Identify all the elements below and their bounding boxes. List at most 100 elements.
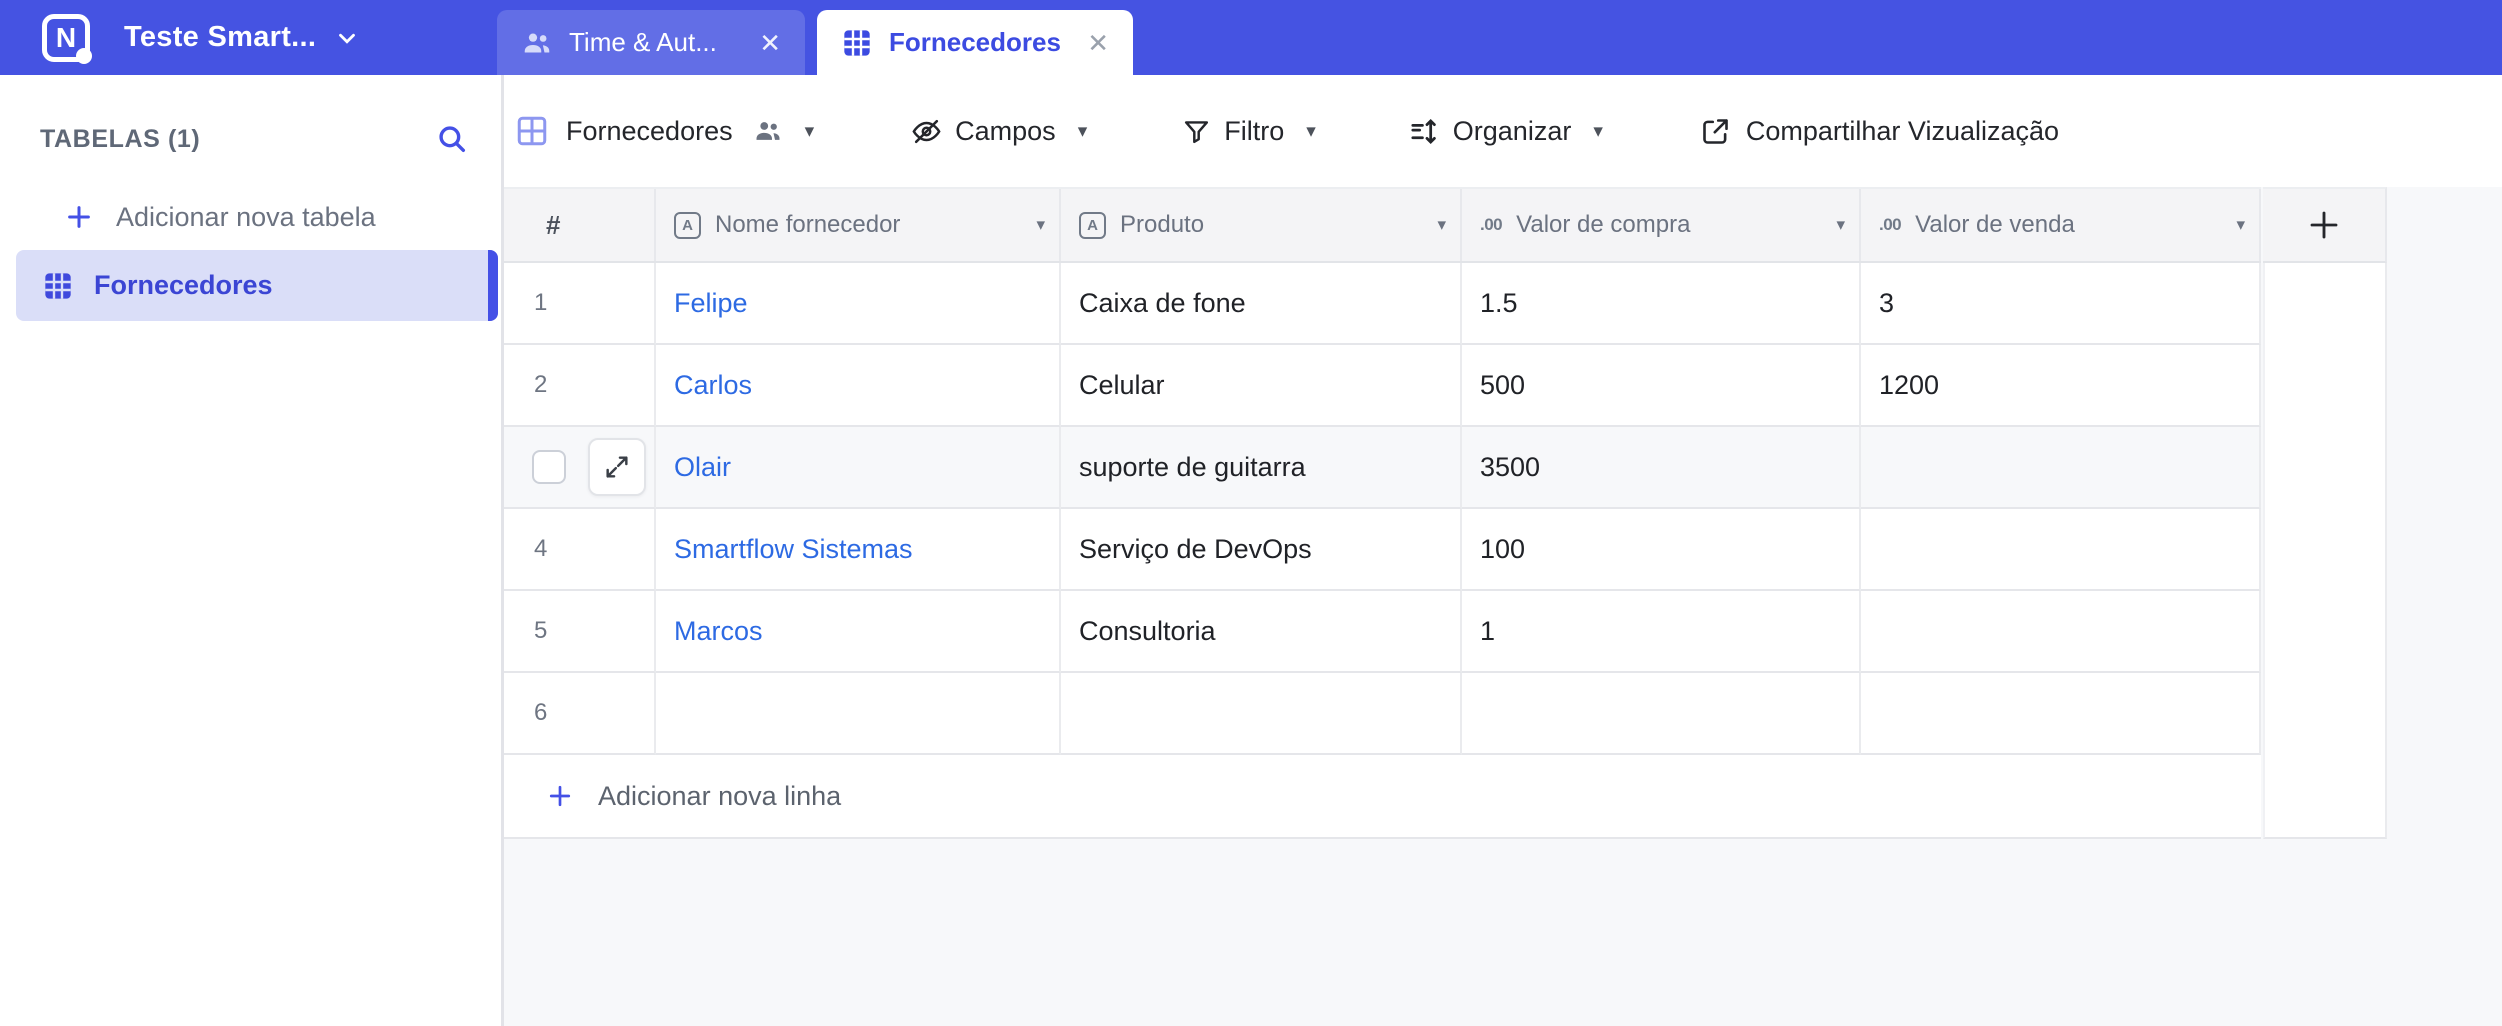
nocodb-logo-icon[interactable]: N [42,13,92,64]
expand-row-button[interactable] [588,438,646,496]
cell-produto[interactable]: Serviço de DevOps [1061,509,1462,591]
column-header-valor-de-compra[interactable]: .00 Valor de compra ▾ [1462,189,1861,261]
cell-produto[interactable]: Consultoria [1061,591,1462,673]
table-row: 5 Marcos Consultoria 1 [504,591,2261,673]
add-field-button[interactable] [2263,187,2387,263]
cell-nome-fornecedor[interactable]: Carlos [656,345,1061,427]
add-row-button[interactable]: Adicionar nova linha [504,755,2261,839]
table-row: 6 [504,673,2261,755]
plus-icon [2310,211,2338,239]
filter-label: Filtro [1224,115,1285,146]
team-icon [753,116,783,146]
tab-label: Fornecedores [889,27,1061,57]
column-header-valor-de-venda[interactable]: .00 Valor de venda ▾ [1861,189,2261,261]
chevron-down-icon: ▾ [804,120,815,142]
share-icon [1699,115,1732,148]
cell-valor-de-compra[interactable]: 3500 [1462,427,1861,509]
chevron-down-icon: ▾ [1593,120,1603,142]
team-icon [521,27,553,59]
plus-icon [64,202,94,232]
cell-nome-fornecedor[interactable]: Smartflow Sistemas [656,509,1061,591]
grid-table: # A Nome fornecedor ▾ A Produto ▾ .00 Va… [504,187,2261,839]
decimal-icon: .00 [1879,215,1902,234]
sort-label: Organizar [1452,115,1572,146]
row-number-cell[interactable]: 6 [504,673,656,755]
column-header-rownum: # [504,189,656,261]
fields-label: Campos [955,115,1056,146]
table-row: 4 Smartflow Sistemas Serviço de DevOps 1… [504,509,2261,591]
chevron-down-icon: ▾ [1306,120,1316,142]
row-number-cell[interactable]: 1 [504,263,656,345]
fields-menu-button[interactable]: Campos ▾ [910,115,1087,148]
cell-nome-fornecedor[interactable] [656,673,1061,755]
column-header-nome-fornecedor[interactable]: A Nome fornecedor ▾ [656,189,1061,261]
eye-off-icon [910,115,943,148]
cell-produto[interactable] [1061,673,1462,755]
active-indicator-bar [488,250,498,321]
row-number-cell[interactable]: 2 [504,345,656,427]
workspace-title[interactable]: Teste Smart... [124,21,316,54]
cell-nome-fornecedor[interactable]: Marcos [656,591,1061,673]
row-number-cell [504,427,656,509]
cell-produto[interactable]: Caixa de fone [1061,263,1462,345]
cell-valor-de-compra[interactable]: 100 [1462,509,1861,591]
add-row-label: Adicionar nova linha [598,780,842,811]
cell-valor-de-compra[interactable] [1462,673,1861,755]
add-table-label: Adicionar nova tabela [116,201,376,232]
add-field-column-body [2263,263,2387,839]
cell-valor-de-venda[interactable] [1861,673,2261,755]
sort-menu-button[interactable]: Organizar ▾ [1408,115,1603,148]
cell-produto[interactable]: Celular [1061,345,1462,427]
view-name: Fornecedores [566,115,733,146]
cell-produto[interactable]: suporte de guitarra [1061,427,1462,509]
sidebar: TABELAS (1) Adicionar nova tabela Fornec… [0,75,504,1026]
decimal-icon: .00 [1480,215,1503,234]
tab-time-automation[interactable]: Time & Aut... ✕ [497,10,805,75]
cell-nome-fornecedor[interactable]: Felipe [656,263,1061,345]
chevron-down-icon[interactable]: ▾ [1437,215,1446,235]
single-line-text-icon: A [674,211,701,239]
view-toolbar: Fornecedores ▾ Campos ▾ Filtro ▾ Organiz… [504,75,2502,187]
row-checkbox[interactable] [532,450,566,484]
chevron-down-icon[interactable]: ▾ [2236,215,2245,235]
plus-icon [546,782,574,810]
funnel-icon [1181,116,1212,147]
share-view-button[interactable]: Compartilhar Vizualização [1699,115,2059,148]
cell-valor-de-venda[interactable]: 3 [1861,263,2261,345]
cell-valor-de-venda[interactable] [1861,509,2261,591]
cell-valor-de-compra[interactable]: 500 [1462,345,1861,427]
row-number-cell[interactable]: 4 [504,509,656,591]
table-icon [841,27,873,59]
chevron-down-icon[interactable]: ▾ [1036,215,1045,235]
chevron-down-icon: ▾ [1077,120,1088,142]
add-table-button[interactable]: Adicionar nova tabela [64,197,376,237]
sort-icon [1408,115,1441,148]
view-switcher[interactable]: Fornecedores ▾ [514,113,814,149]
cell-valor-de-venda[interactable] [1861,591,2261,673]
tab-fornecedores[interactable]: Fornecedores ✕ [817,10,1133,75]
chevron-down-icon[interactable] [334,25,360,51]
row-number-cell[interactable]: 5 [504,591,656,673]
table-row-hovered: Olair suporte de guitarra 3500 [504,427,2261,509]
close-icon[interactable]: ✕ [759,30,781,56]
tab-label: Time & Aut... [569,27,717,57]
share-label: Compartilhar Vizualização [1745,115,2060,146]
search-icon[interactable] [435,122,469,156]
sidebar-item-label: Fornecedores [94,270,273,300]
table-row: 1 Felipe Caixa de fone 1.5 3 [504,263,2261,345]
filter-menu-button[interactable]: Filtro ▾ [1181,116,1316,147]
top-bar: N Teste Smart... Time & Aut... ✕ Fornece… [0,0,2502,75]
table-header-row: # A Nome fornecedor ▾ A Produto ▾ .00 Va… [504,187,2261,263]
cell-valor-de-compra[interactable]: 1.5 [1462,263,1861,345]
cell-nome-fornecedor[interactable]: Olair [656,427,1061,509]
sidebar-item-fornecedores[interactable]: Fornecedores [16,250,498,321]
close-icon[interactable]: ✕ [1087,30,1109,56]
column-header-produto[interactable]: A Produto ▾ [1061,189,1462,261]
table-icon [42,270,74,302]
cell-valor-de-compra[interactable]: 1 [1462,591,1861,673]
cell-valor-de-venda[interactable]: 1200 [1861,345,2261,427]
chevron-down-icon[interactable]: ▾ [1836,215,1845,235]
cell-valor-de-venda[interactable] [1861,427,2261,509]
expand-icon [606,456,628,478]
add-field-column [2263,187,2387,839]
